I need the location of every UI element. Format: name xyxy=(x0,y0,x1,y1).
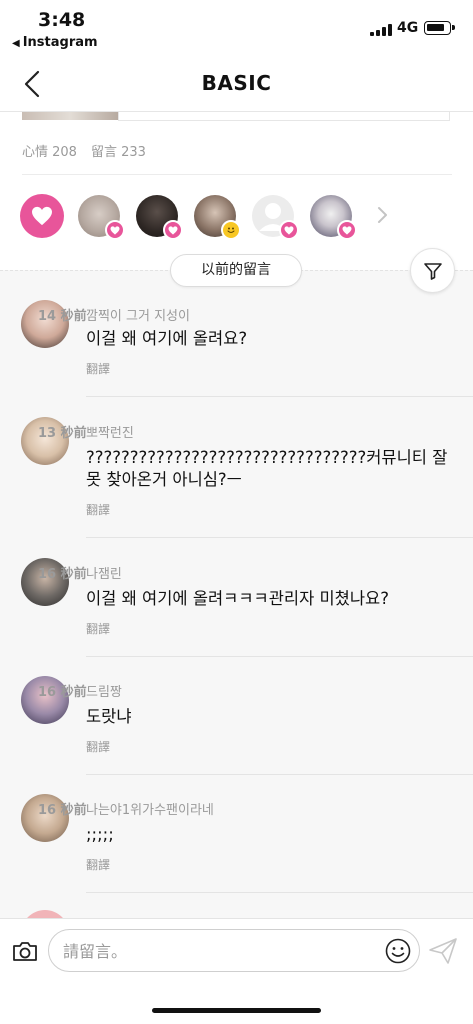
comment-divider xyxy=(86,774,473,775)
comment-divider xyxy=(86,396,473,397)
heart-badge-icon xyxy=(163,220,183,240)
back-app-label: Instagram xyxy=(22,35,98,50)
comment-text: 이걸 왜 여기에 올려ㅋㅋㅋ관리자 미쳤나요? xyxy=(86,589,389,608)
load-more-bar: 以前的留言 xyxy=(0,252,473,292)
nav-header: BASIC xyxy=(0,56,473,112)
comment-text: 이걸 왜 여기에 올려요? xyxy=(86,329,248,348)
back-triangle-icon: ◀ xyxy=(12,38,20,49)
filter-button[interactable] xyxy=(410,248,455,293)
stats-divider xyxy=(22,174,452,175)
send-icon[interactable] xyxy=(428,936,458,966)
translate-link[interactable]: 翻譯 xyxy=(86,738,110,755)
post-preview-box xyxy=(118,112,450,121)
comment-list[interactable]: 깜찍이 그거 지성이 14 秒前 이걸 왜 여기에 올려요? 翻譯 뽀짝런진 1… xyxy=(0,270,473,918)
comment-time: 16 秒前 xyxy=(38,803,87,818)
reactor-avatar-default[interactable] xyxy=(252,195,299,240)
comment-time: 14 秒前 xyxy=(38,309,87,324)
comment-time: 16 秒前 xyxy=(38,685,87,700)
translate-link[interactable]: 翻譯 xyxy=(86,501,110,518)
comment-text: ????????????????????????????????커뮤니티 잘 못… xyxy=(86,448,448,489)
comment-time: 16 秒前 xyxy=(38,567,87,582)
load-older-comments-button[interactable]: 以前的留言 xyxy=(170,254,302,287)
camera-icon[interactable] xyxy=(12,939,38,963)
likes-count[interactable]: 心情 208 xyxy=(22,145,77,160)
battery-icon xyxy=(424,21,455,35)
commenter-avatar[interactable] xyxy=(21,910,69,918)
comment-input[interactable] xyxy=(63,940,363,962)
chevron-right-icon[interactable] xyxy=(376,205,388,225)
comment-divider xyxy=(86,892,473,893)
comment-input-box[interactable] xyxy=(48,929,420,972)
comment-divider xyxy=(86,656,473,657)
reactor-avatar[interactable] xyxy=(310,195,357,240)
translate-link[interactable]: 翻譯 xyxy=(86,360,110,377)
smile-badge-icon xyxy=(221,220,241,240)
translate-link[interactable]: 翻譯 xyxy=(86,856,110,873)
like-heart-button[interactable] xyxy=(20,194,64,238)
signal-icon xyxy=(370,24,392,36)
reactor-avatar[interactable] xyxy=(78,195,125,240)
reactions-row[interactable] xyxy=(0,190,473,242)
reactor-avatar[interactable] xyxy=(136,195,183,240)
comment-time: 13 秒前 xyxy=(38,426,87,441)
heart-icon xyxy=(32,206,52,226)
back-to-app-link[interactable]: ◀ Instagram xyxy=(12,35,98,50)
post-image-thumbnail xyxy=(22,112,118,120)
heart-badge-icon xyxy=(279,220,299,240)
post-stats: 心情 208 留言 233 xyxy=(22,141,160,160)
reactor-avatar[interactable] xyxy=(194,195,241,240)
heart-badge-icon xyxy=(337,220,357,240)
status-bar: 3:48 ◀ Instagram 4G xyxy=(0,0,473,56)
status-time: 3:48 xyxy=(38,9,86,31)
comment-composer xyxy=(0,918,473,1024)
comment-divider xyxy=(86,537,473,538)
comment-text: ;;;;; xyxy=(86,825,114,844)
emoji-icon[interactable] xyxy=(385,938,411,964)
post-preview xyxy=(0,112,473,122)
comment-text: 도랏냐 xyxy=(86,707,132,726)
home-indicator[interactable] xyxy=(152,1008,321,1013)
page-title: BASIC xyxy=(201,71,272,95)
translate-link[interactable]: 翻譯 xyxy=(86,620,110,637)
filter-icon xyxy=(423,262,442,280)
network-label: 4G xyxy=(397,20,419,36)
comments-count[interactable]: 留言 233 xyxy=(91,145,146,160)
heart-badge-icon xyxy=(105,220,125,240)
